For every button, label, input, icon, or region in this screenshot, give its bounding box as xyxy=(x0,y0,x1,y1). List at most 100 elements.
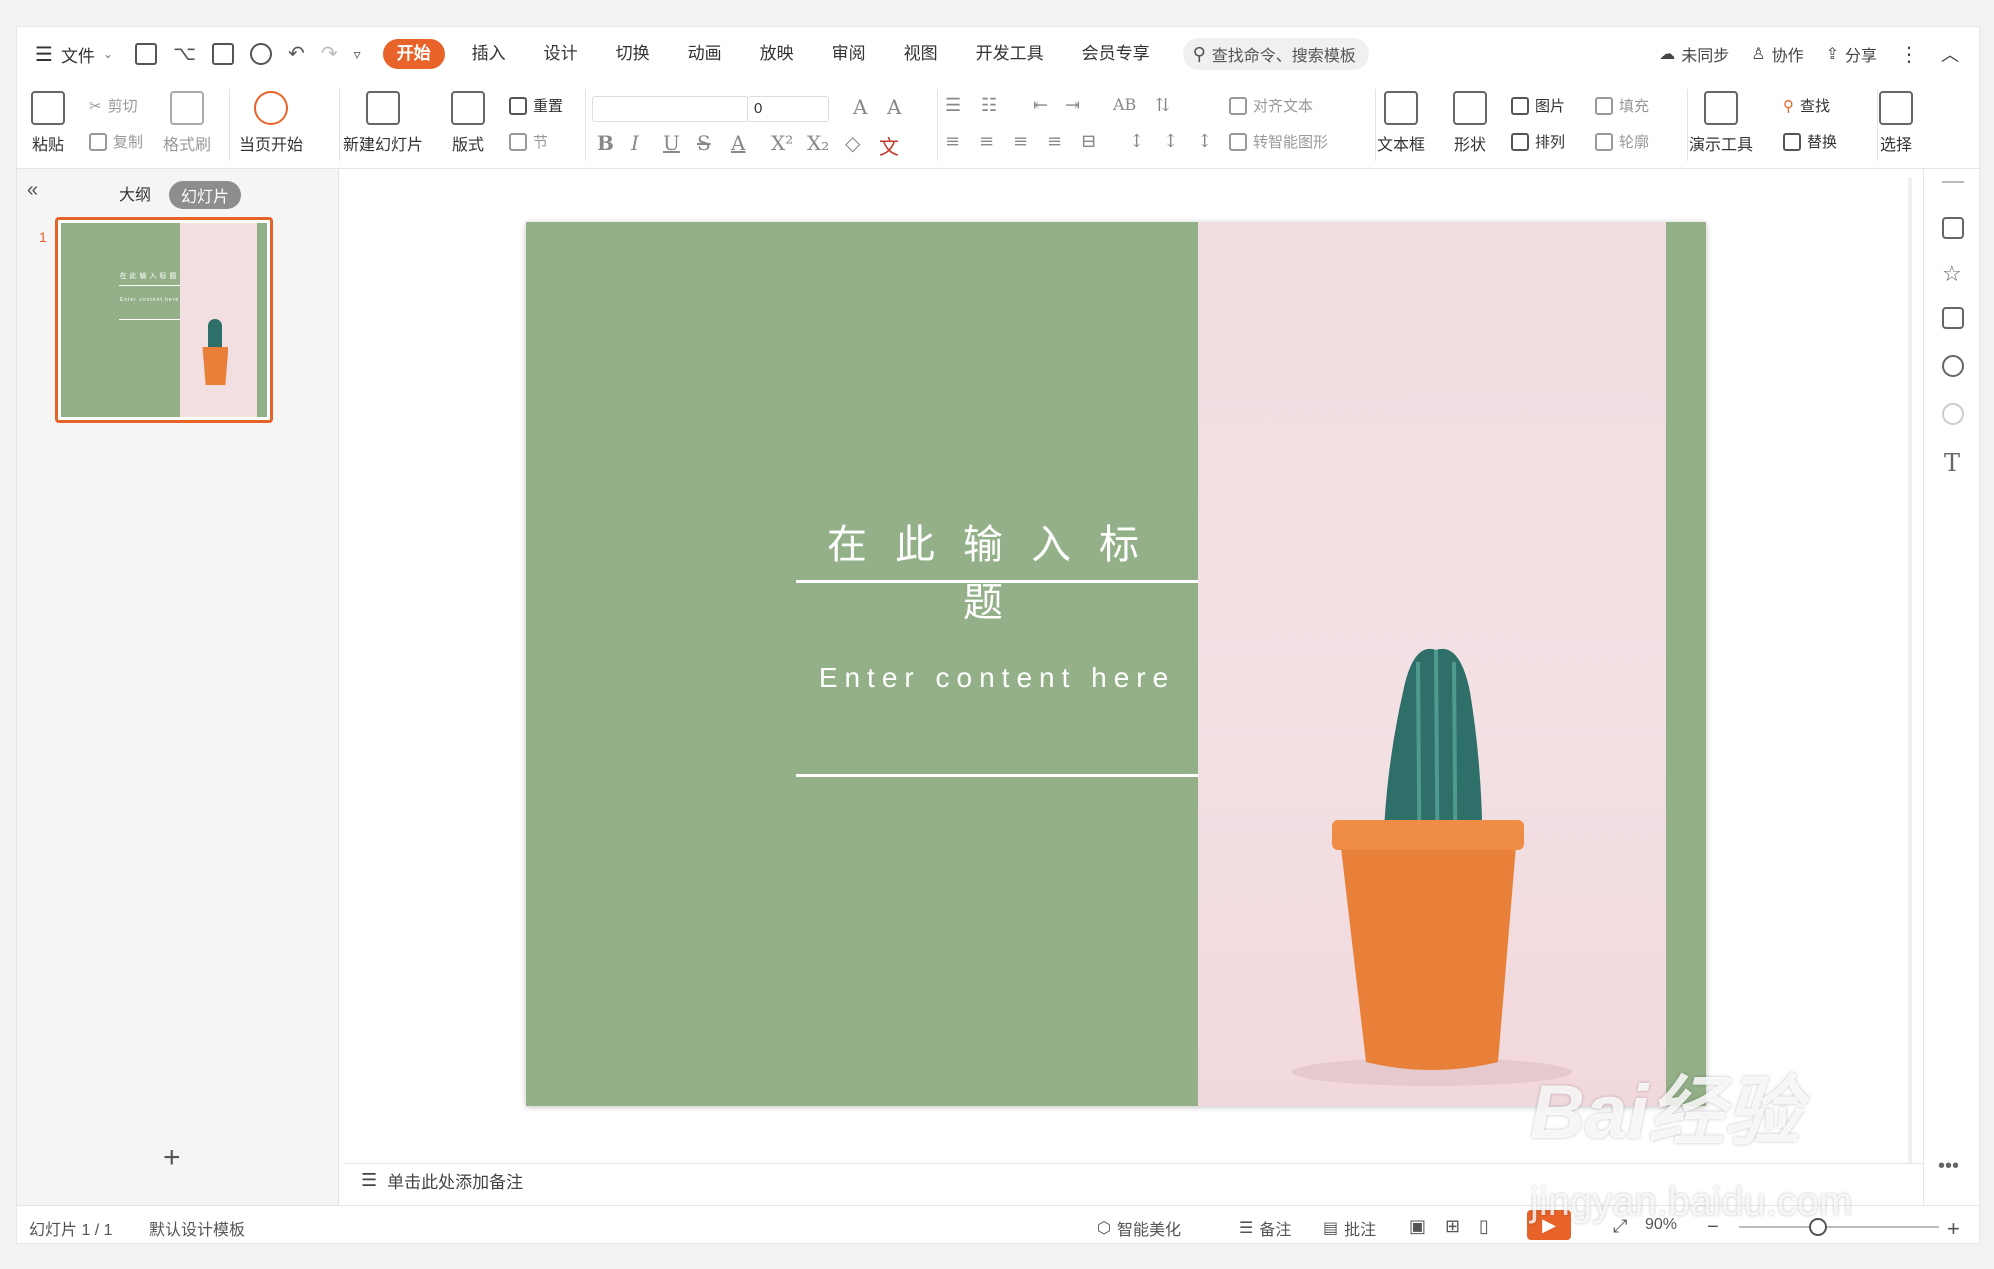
collapse-ribbon-icon[interactable]: ︿ xyxy=(1941,41,1959,67)
tab-developer[interactable]: 开发工具 xyxy=(957,39,1063,69)
more-horizontal-icon[interactable]: ••• xyxy=(1938,1155,1959,1178)
tab-slides[interactable]: 幻灯片 xyxy=(169,181,242,209)
share-button[interactable]: ⇪ 分享 xyxy=(1826,42,1877,66)
play-from-current-button[interactable]: 当页开始 xyxy=(239,91,303,155)
replace-button[interactable]: 替换 xyxy=(1783,131,1837,152)
strikethrough-icon[interactable]: S xyxy=(697,131,711,155)
slide-canvas[interactable]: 在此输入标题 Enter content here xyxy=(526,222,1706,1106)
slide-sorter-icon[interactable]: ⊞ xyxy=(1445,1216,1460,1237)
increase-indent-icon[interactable]: ⇥ xyxy=(1065,95,1080,116)
tab-transitions[interactable]: 切换 xyxy=(597,39,669,69)
reading-view-icon[interactable]: ▯ xyxy=(1479,1216,1489,1237)
tab-insert[interactable]: 插入 xyxy=(453,39,525,69)
star-icon[interactable]: ☆ xyxy=(1942,261,1962,287)
justify-icon[interactable]: ≡ xyxy=(1047,131,1062,152)
tab-outline[interactable]: 大纲 xyxy=(119,181,151,205)
undo-icon[interactable]: ↶ xyxy=(288,43,305,65)
tab-view[interactable]: 视图 xyxy=(885,39,957,69)
file-menu[interactable]: ☰ 文件 ⌄ xyxy=(35,42,113,67)
lightbulb-icon[interactable] xyxy=(1942,403,1964,425)
sliders-icon[interactable] xyxy=(1942,217,1964,239)
ribbon-separator xyxy=(1687,89,1688,161)
align-text-button[interactable]: 对齐文本 xyxy=(1229,95,1313,116)
italic-icon[interactable]: I xyxy=(631,131,639,155)
notes-toggle-button[interactable]: ☰ 备注 xyxy=(1239,1216,1291,1240)
add-slide-button[interactable]: + xyxy=(163,1141,181,1175)
template-name[interactable]: 默认设计模板 xyxy=(149,1216,245,1240)
zoom-slider-track[interactable] xyxy=(1739,1226,1939,1228)
copy-button[interactable]: 复制 xyxy=(89,131,143,152)
numbered-list-icon[interactable]: ☷ xyxy=(981,95,997,116)
copy-slides-icon[interactable] xyxy=(1942,307,1964,329)
comments-button[interactable]: ▤ 批注 xyxy=(1323,1216,1376,1240)
paragraph-spacing-icon[interactable]: ↕ xyxy=(1163,131,1178,152)
distribute-icon[interactable]: ⊟ xyxy=(1081,131,1096,152)
subscript-icon[interactable]: X₂ xyxy=(807,131,829,155)
format-painter-button[interactable]: 格式刷 xyxy=(163,91,211,155)
text-direction-icon[interactable]: AB xyxy=(1113,95,1136,114)
arrange-button[interactable]: 排列 xyxy=(1511,131,1565,152)
tab-member[interactable]: 会员专享 xyxy=(1063,39,1169,69)
align-right-icon[interactable]: ≡ xyxy=(1013,131,1028,152)
outline-button[interactable]: 轮廓 xyxy=(1595,131,1649,152)
convert-smartart-button[interactable]: 转智能图形 xyxy=(1229,131,1328,152)
save-icon[interactable] xyxy=(135,43,157,65)
slide-thumbnail[interactable]: 在此输入标题 Enter content here xyxy=(55,217,273,423)
help-icon[interactable] xyxy=(1942,355,1964,377)
superscript-icon[interactable]: X² xyxy=(771,131,793,155)
tab-review[interactable]: 审阅 xyxy=(813,39,885,69)
print-preview-icon[interactable] xyxy=(250,43,273,65)
double-chevron-left-icon[interactable]: « xyxy=(27,179,38,202)
zoom-in-icon[interactable]: + xyxy=(1947,1216,1960,1242)
tab-animations[interactable]: 动画 xyxy=(669,39,741,69)
phonetic-icon[interactable]: 文 xyxy=(879,131,899,160)
command-search-box[interactable]: ⚲ 查找命令、搜索模板 xyxy=(1182,38,1369,70)
customize-toolbar-icon[interactable]: ▿ xyxy=(354,43,361,65)
line-spacing-icon[interactable]: ↕ xyxy=(1129,131,1144,152)
spacing-options-icon[interactable]: ↕ xyxy=(1197,131,1212,152)
smart-beautify-button[interactable]: ⬡ 智能美化 xyxy=(1097,1216,1181,1240)
increase-font-icon[interactable]: A xyxy=(853,95,867,119)
redo-icon[interactable]: ↷ xyxy=(321,43,338,65)
font-size-select[interactable]: 0 xyxy=(747,96,829,122)
sort-icon[interactable]: ⇅ xyxy=(1155,95,1170,116)
new-slide-button[interactable]: 新建幻灯片 xyxy=(343,91,423,155)
clear-format-icon[interactable]: ◇ xyxy=(845,131,860,155)
more-vertical-icon[interactable]: ⋮ xyxy=(1899,42,1919,67)
textbox-button[interactable]: 文本框 xyxy=(1377,91,1425,155)
picture-button[interactable]: 图片 xyxy=(1511,95,1565,116)
shape-button[interactable]: 形状 xyxy=(1453,91,1487,155)
select-button[interactable]: 选择 xyxy=(1879,91,1913,155)
bold-icon[interactable]: B xyxy=(597,131,614,155)
layout-button[interactable]: 版式 xyxy=(451,91,485,155)
slide-vertical-scrollbar[interactable] xyxy=(1903,177,1917,1163)
decrease-indent-icon[interactable]: ⇤ xyxy=(1033,95,1048,116)
cut-button[interactable]: ✂ 剪切 xyxy=(89,95,138,116)
slide-title[interactable]: 在此输入标题 xyxy=(796,512,1198,628)
sync-status-button[interactable]: ☁ 未同步 xyxy=(1659,42,1729,66)
font-name-select[interactable] xyxy=(592,96,748,122)
tab-slideshow[interactable]: 放映 xyxy=(741,39,813,69)
bullet-list-icon[interactable]: ☰ xyxy=(945,95,961,116)
tab-home[interactable]: 开始 xyxy=(382,39,445,69)
collaborate-button[interactable]: ♙ 协作 xyxy=(1751,42,1803,66)
print-icon[interactable] xyxy=(212,43,235,65)
tab-design[interactable]: 设计 xyxy=(525,39,597,69)
normal-view-icon[interactable]: ▣ xyxy=(1409,1216,1426,1237)
cactus-photo[interactable] xyxy=(1198,222,1666,1106)
thumbnail-title: 在此输入标题 xyxy=(119,273,180,280)
section-button[interactable]: 节 xyxy=(509,131,548,152)
align-center-icon[interactable]: ≡ xyxy=(979,131,994,152)
find-button[interactable]: ⚲ 查找 xyxy=(1783,95,1830,116)
reset-button[interactable]: 重置 xyxy=(509,95,563,116)
presentation-tools-button[interactable]: 演示工具 xyxy=(1689,91,1753,155)
format-painter-quick-icon[interactable]: ⌥ xyxy=(173,43,196,65)
align-left-icon[interactable]: ≡ xyxy=(945,131,960,152)
decrease-font-icon[interactable]: A xyxy=(887,95,901,119)
text-tool-icon[interactable]: T xyxy=(1944,449,1960,477)
underline-icon[interactable]: U xyxy=(663,131,680,155)
fill-button[interactable]: 填充 xyxy=(1595,95,1649,116)
paste-button[interactable]: 粘贴 xyxy=(31,91,65,155)
font-color-icon[interactable]: A xyxy=(731,131,745,155)
slide-subtitle[interactable]: Enter content here xyxy=(796,662,1198,694)
